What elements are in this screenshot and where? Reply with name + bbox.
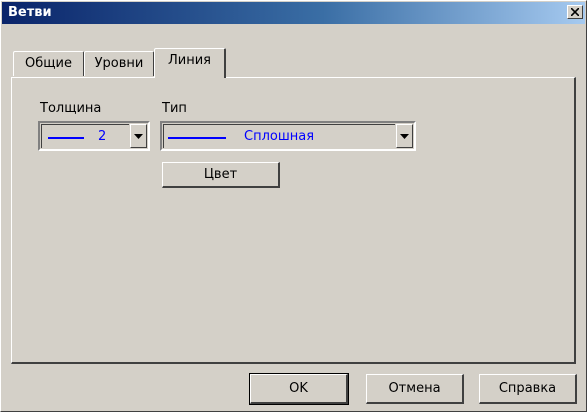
tab-levels[interactable]: Уровни: [84, 51, 154, 76]
tab-levels-label: Уровни: [94, 56, 144, 71]
cancel-button-label: Отмена: [388, 381, 441, 396]
window-title: Ветви: [8, 5, 52, 20]
thickness-select-field: 2: [41, 124, 129, 148]
line-sample: [48, 137, 84, 139]
tab-general[interactable]: Общие: [13, 51, 84, 76]
help-button-label: Справка: [498, 381, 557, 396]
thickness-label: Толщина: [40, 101, 102, 116]
help-button[interactable]: Справка: [479, 374, 577, 404]
tab-panel-line: Толщина 2 Тип Сплошная Цвет: [11, 77, 576, 364]
close-button[interactable]: [567, 5, 583, 19]
tab-line[interactable]: Линия: [154, 48, 226, 78]
dialog-window: Ветви Общие Уровни Линия Толщина 2 Тип С…: [0, 0, 587, 412]
thickness-value: 2: [98, 129, 107, 144]
ok-button-label: OK: [289, 381, 308, 396]
type-value: Сплошная: [244, 129, 315, 144]
line-sample: [168, 137, 226, 139]
thickness-dropdown-button[interactable]: [130, 124, 147, 148]
ok-button[interactable]: OK: [249, 373, 349, 405]
type-select[interactable]: Сплошная: [160, 121, 416, 151]
type-select-field: Сплошная: [163, 124, 395, 148]
title-bar[interactable]: Ветви: [2, 2, 585, 24]
thickness-select[interactable]: 2: [38, 121, 150, 151]
tab-general-label: Общие: [25, 56, 72, 71]
type-label: Тип: [162, 101, 187, 116]
chevron-down-icon: [134, 134, 143, 139]
tab-line-label: Линия: [168, 53, 211, 68]
cancel-button[interactable]: Отмена: [366, 374, 464, 404]
color-button[interactable]: Цвет: [162, 162, 280, 188]
close-icon: [571, 8, 579, 16]
color-button-label: Цвет: [203, 167, 238, 182]
chevron-down-icon: [400, 134, 409, 139]
type-dropdown-button[interactable]: [396, 124, 413, 148]
